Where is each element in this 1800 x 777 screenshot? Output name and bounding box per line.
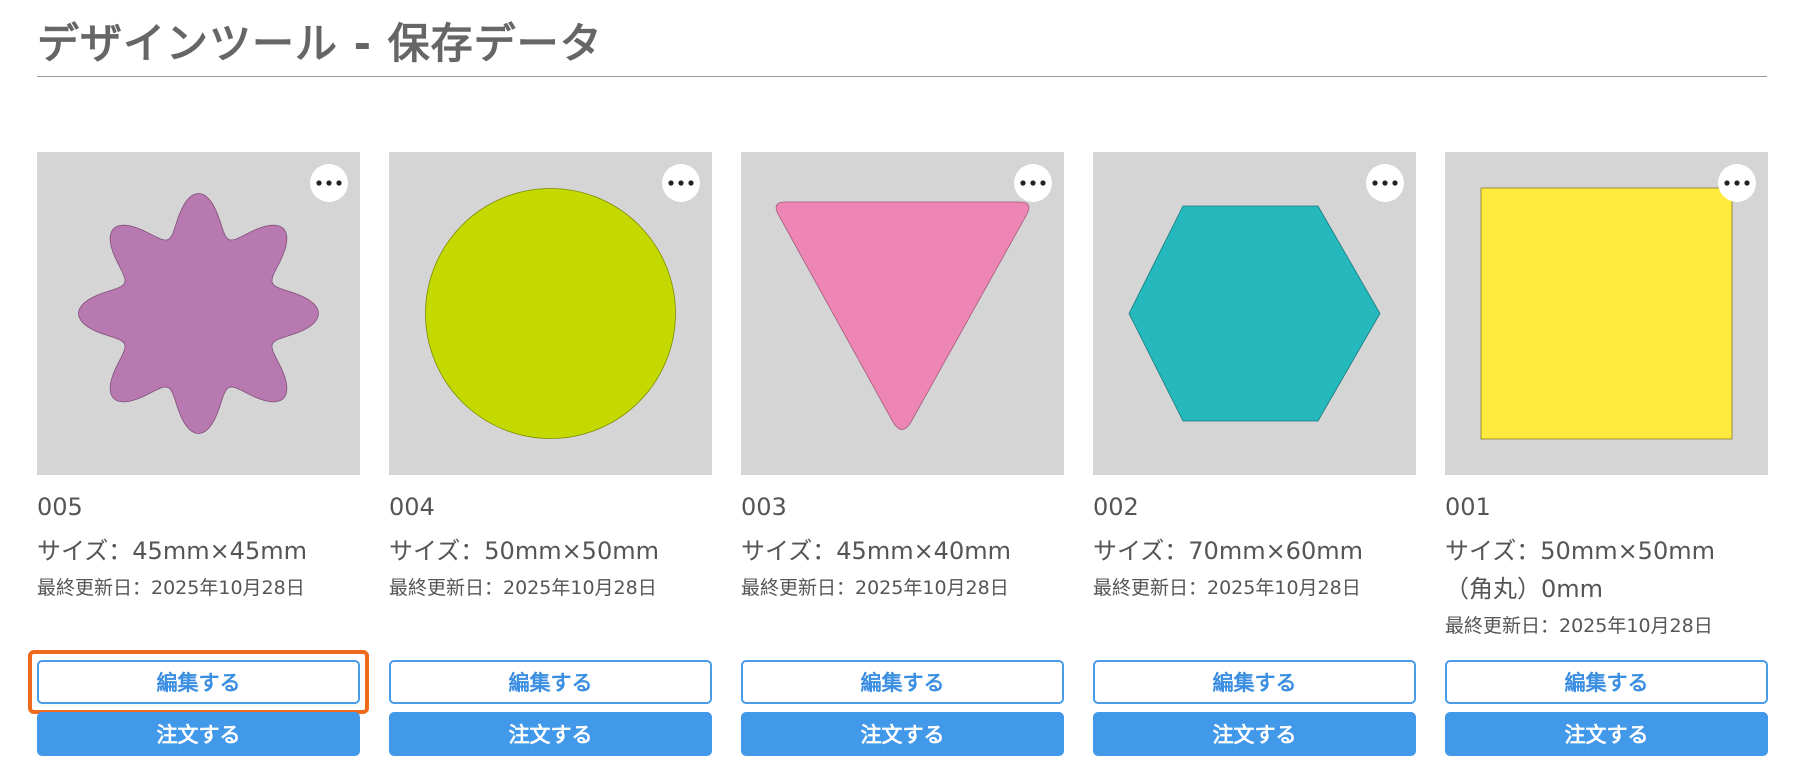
- saved-designs-page: デザインツール - 保存データ 005 サイズ：45mm×45mm 最終更新日：…: [28, 0, 1768, 756]
- square-shape: [1480, 187, 1733, 440]
- design-updated-date: 最終更新日：2025年10月28日: [741, 577, 1009, 599]
- design-id: 002: [1093, 493, 1139, 521]
- more-options-button[interactable]: [1366, 164, 1404, 202]
- design-size: サイズ：50mm×50mm: [389, 537, 659, 565]
- more-icon: [668, 180, 694, 186]
- design-card-004: 004 サイズ：50mm×50mm 最終更新日：2025年10月28日 編集する…: [389, 152, 712, 756]
- more-icon: [316, 180, 342, 186]
- design-id: 005: [37, 493, 83, 521]
- design-id: 003: [741, 493, 787, 521]
- design-thumbnail[interactable]: [1445, 152, 1768, 475]
- design-size: サイズ：70mm×60mm: [1093, 537, 1363, 565]
- design-size: サイズ：45mm×40mm: [741, 537, 1011, 565]
- order-button[interactable]: 注文する: [37, 712, 360, 756]
- more-options-button[interactable]: [310, 164, 348, 202]
- edit-button[interactable]: 編集する: [389, 660, 712, 704]
- design-card-003: 003 サイズ：45mm×40mm 最終更新日：2025年10月28日 編集する…: [741, 152, 1064, 756]
- order-button[interactable]: 注文する: [389, 712, 712, 756]
- design-updated-date: 最終更新日：2025年10月28日: [389, 577, 657, 599]
- design-thumbnail[interactable]: [1093, 152, 1416, 475]
- design-thumbnail[interactable]: [37, 152, 360, 475]
- design-size: サイズ：50mm×50mm: [1445, 537, 1715, 565]
- order-button[interactable]: 注文する: [741, 712, 1064, 756]
- order-button[interactable]: 注文する: [1093, 712, 1416, 756]
- more-icon: [1372, 180, 1398, 186]
- title-divider: [37, 76, 1767, 77]
- design-updated-date: 最終更新日：2025年10月28日: [37, 577, 305, 599]
- more-options-button[interactable]: [1014, 164, 1052, 202]
- design-id: 004: [389, 493, 435, 521]
- design-thumbnail[interactable]: [389, 152, 712, 475]
- edit-button[interactable]: 編集する: [1093, 660, 1416, 704]
- flower-shape: [78, 193, 319, 434]
- design-corner-radius: （角丸）0mm: [1445, 575, 1604, 603]
- design-card-005: 005 サイズ：45mm×45mm 最終更新日：2025年10月28日 編集する…: [28, 152, 369, 756]
- design-size: サイズ：45mm×45mm: [37, 537, 307, 565]
- design-card-002: 002 サイズ：70mm×60mm 最終更新日：2025年10月28日 編集する…: [1093, 152, 1416, 756]
- more-icon: [1020, 180, 1046, 186]
- more-icon: [1724, 180, 1750, 186]
- edit-button[interactable]: 編集する: [37, 660, 360, 704]
- order-button[interactable]: 注文する: [1445, 712, 1768, 756]
- design-updated-date: 最終更新日：2025年10月28日: [1093, 577, 1361, 599]
- design-card-list: 005 サイズ：45mm×45mm 最終更新日：2025年10月28日 編集する…: [28, 152, 1768, 756]
- triangle-shape: [775, 201, 1030, 430]
- flower-shape-path: [78, 193, 319, 434]
- edit-button[interactable]: 編集する: [741, 660, 1064, 704]
- design-id: 001: [1445, 493, 1491, 521]
- design-updated-date: 最終更新日：2025年10月28日: [1445, 615, 1713, 637]
- design-thumbnail[interactable]: [741, 152, 1064, 475]
- more-options-button[interactable]: [662, 164, 700, 202]
- design-card-001: 001 サイズ：50mm×50mm （角丸）0mm 最終更新日：2025年10月…: [1445, 152, 1768, 756]
- hexagon-shape: [1128, 205, 1381, 422]
- edit-button[interactable]: 編集する: [1445, 660, 1768, 704]
- more-options-button[interactable]: [1718, 164, 1756, 202]
- circle-shape: [425, 188, 676, 439]
- page-title: デザインツール - 保存データ: [37, 19, 603, 68]
